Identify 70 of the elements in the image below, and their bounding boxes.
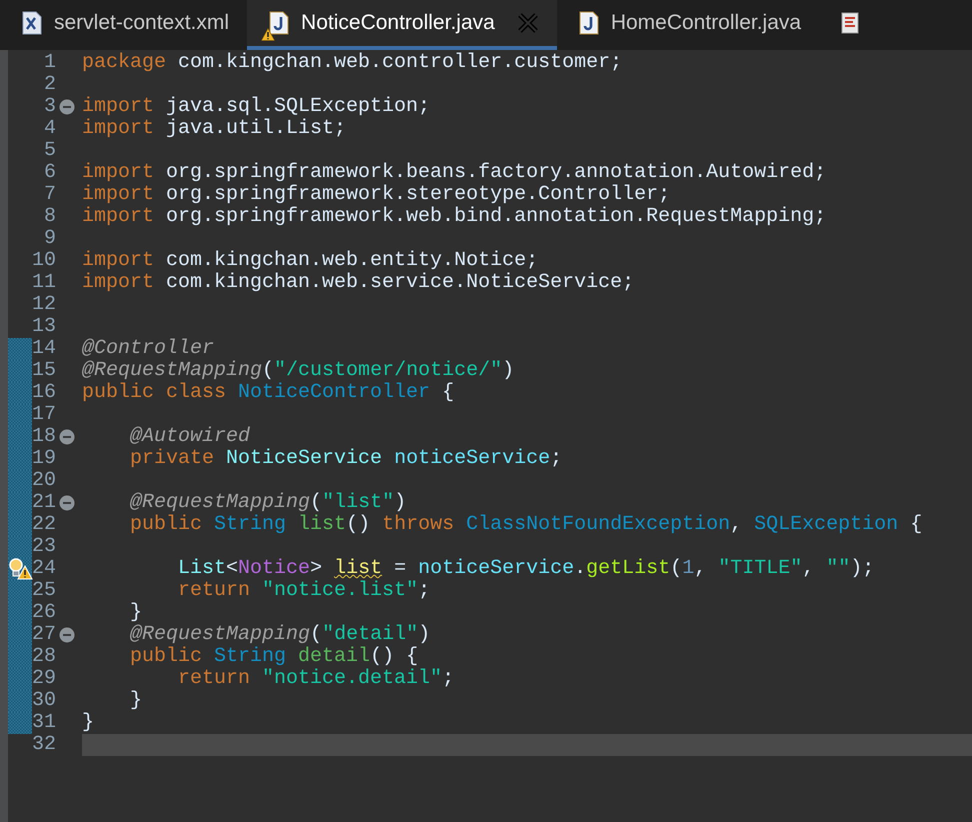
code-line: } bbox=[129, 601, 142, 624]
j-file-icon bbox=[269, 11, 290, 35]
line-number: 23 bbox=[32, 536, 56, 558]
code-line: @RequestMapping("detail") bbox=[129, 623, 430, 646]
line-number: 30 bbox=[32, 690, 56, 712]
line-number: 11 bbox=[32, 272, 56, 294]
line-number: 17 bbox=[32, 404, 56, 426]
code-line: import org.springframework.beans.factory.annotation.Autowired; bbox=[82, 161, 826, 184]
j-file-icon bbox=[578, 11, 599, 35]
code-line: import java.sql.SQLException; bbox=[82, 95, 430, 118]
tab-label: servlet-context.xml bbox=[54, 11, 230, 35]
code-line: public String detail() { bbox=[129, 645, 418, 668]
line-number: 24 bbox=[32, 558, 56, 580]
warning-icon bbox=[261, 28, 276, 41]
collapse-icon[interactable] bbox=[59, 99, 75, 115]
collapse-icon[interactable] bbox=[59, 429, 75, 445]
line-number: 3 bbox=[44, 96, 56, 118]
code-line: import com.kingchan.web.service.NoticeService; bbox=[82, 271, 634, 294]
line-number: 1 bbox=[44, 52, 56, 74]
collapse-icon[interactable] bbox=[59, 495, 75, 511]
line-number: 27 bbox=[32, 624, 56, 646]
code-line: public class NoticeController { bbox=[82, 381, 454, 404]
file-icon bbox=[841, 12, 860, 34]
line-number: 13 bbox=[32, 316, 56, 338]
code-line: import com.kingchan.web.entity.Notice; bbox=[82, 249, 538, 272]
x-file-icon bbox=[22, 11, 42, 35]
line-number: 20 bbox=[32, 470, 56, 492]
line-number: 26 bbox=[32, 602, 56, 624]
collapse-icon[interactable] bbox=[59, 627, 75, 643]
tab-label: NoticeController.java bbox=[301, 11, 495, 35]
line-number: 7 bbox=[44, 184, 56, 206]
line-number: 9 bbox=[44, 228, 56, 250]
code-line: } bbox=[82, 711, 94, 734]
code-line: @RequestMapping("list") bbox=[129, 491, 406, 514]
code-line: import org.springframework.web.bind.annotation.RequestMapping; bbox=[82, 205, 826, 228]
code-line: } bbox=[129, 689, 142, 712]
code-line: return "notice.detail"; bbox=[177, 667, 454, 690]
line-number: 29 bbox=[32, 668, 56, 690]
line-number: 15 bbox=[32, 360, 56, 382]
editor-tab[interactable]: HomeController.java bbox=[556, 0, 820, 50]
line-number: 25 bbox=[32, 580, 56, 602]
code-line: import java.util.List; bbox=[82, 117, 346, 140]
code-line: List<Notice> list = noticeService.getList(1, "TITLE", ""); bbox=[177, 557, 874, 580]
line-number: 14 bbox=[32, 338, 56, 360]
code-line: @RequestMapping("/customer/notice/") bbox=[82, 359, 514, 382]
code-line: import org.springframework.stereotype.Controller; bbox=[82, 183, 670, 206]
line-number: 2 bbox=[44, 74, 56, 96]
line-number: 16 bbox=[32, 382, 56, 404]
code-line: return "notice.list"; bbox=[177, 579, 430, 602]
line-number: 8 bbox=[44, 206, 56, 228]
editor-tab[interactable]: servlet-context.xml bbox=[0, 0, 248, 50]
line-number: 4 bbox=[44, 118, 56, 140]
editor-tab[interactable]: NoticeController.java bbox=[247, 0, 557, 50]
code-line: package com.kingchan.web.controller.customer; bbox=[82, 51, 622, 74]
line-number: 12 bbox=[32, 294, 56, 316]
code-line: @Controller bbox=[82, 337, 214, 360]
line-number: 32 bbox=[32, 734, 56, 756]
line-number: 21 bbox=[32, 492, 56, 514]
code-line: public String list() throws ClassNotFoundException, SQLException { bbox=[129, 513, 922, 536]
line-number: 18 bbox=[32, 426, 56, 448]
line-number: 19 bbox=[32, 448, 56, 470]
line-number: 28 bbox=[32, 646, 56, 668]
code-line: @Autowired bbox=[129, 425, 250, 448]
line-number: 5 bbox=[44, 140, 56, 162]
line-number: 10 bbox=[32, 250, 56, 272]
line-number: 6 bbox=[44, 162, 56, 184]
code-line: private NoticeService noticeService; bbox=[129, 447, 562, 470]
tab-label: HomeController.java bbox=[610, 11, 802, 35]
line-number: 31 bbox=[32, 712, 56, 734]
line-number: 22 bbox=[32, 514, 56, 536]
